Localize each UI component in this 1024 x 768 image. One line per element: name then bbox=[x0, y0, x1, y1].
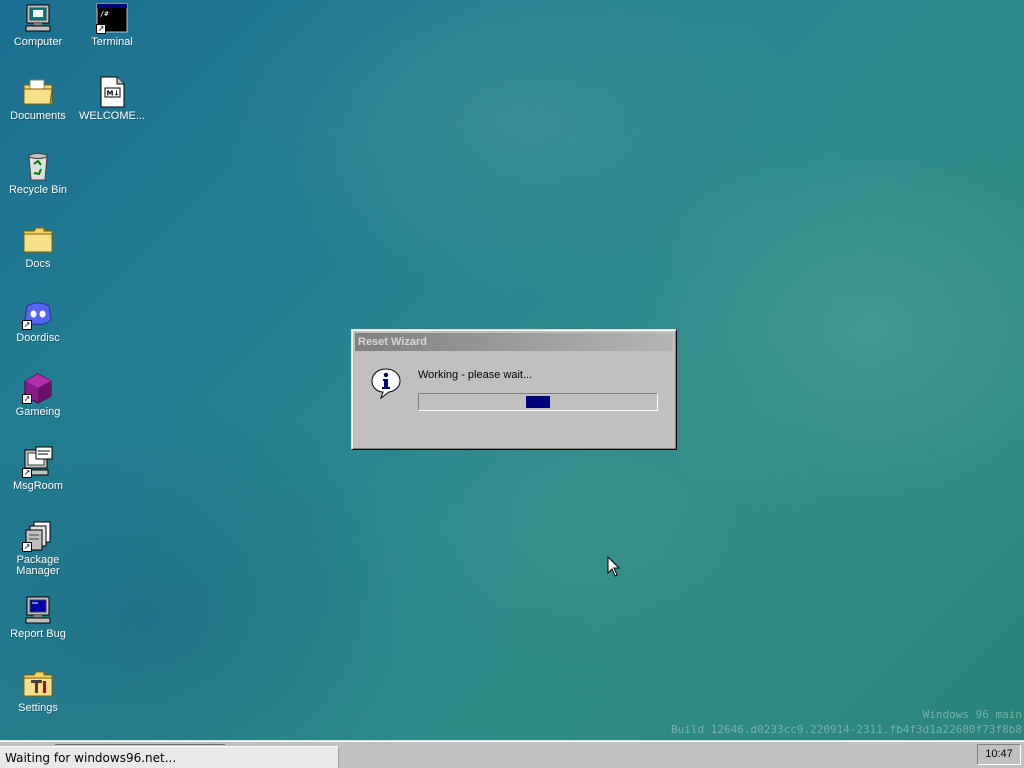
desktop-icon-recycle-bin[interactable]: Recycle Bin bbox=[1, 150, 75, 196]
desktop-icon-doordisc[interactable]: ↗ Doordisc bbox=[1, 298, 75, 344]
status-progress-line bbox=[55, 744, 225, 745]
desktop-icon-docs[interactable]: Docs bbox=[1, 224, 75, 270]
svg-text:/#: /# bbox=[100, 10, 109, 18]
desktop-icon-label: WELCOME... bbox=[78, 110, 145, 122]
desktop-icon-label: Terminal bbox=[91, 36, 133, 48]
desktop-icon-label: Docs bbox=[25, 258, 51, 270]
terminal-icon: /# ↗ bbox=[96, 2, 128, 34]
reset-wizard-dialog: Reset Wizard Working - please wait... bbox=[351, 329, 677, 450]
doordisc-icon: ↗ bbox=[22, 298, 54, 330]
package-manager-icon: ↗ bbox=[22, 520, 54, 552]
progress-block bbox=[526, 396, 550, 408]
desktop-icon-label: Package Manager bbox=[16, 554, 60, 577]
mouse-cursor-icon bbox=[607, 555, 621, 578]
desktop-icon-label: Documents bbox=[10, 110, 66, 122]
desktop-icon-welcome[interactable]: M↓ WELCOME... bbox=[75, 76, 149, 122]
desktop-icon-label: Gameing bbox=[15, 406, 61, 418]
dialog-message: Working - please wait... bbox=[418, 369, 533, 381]
dialog-title-bar[interactable]: Reset Wizard bbox=[355, 333, 673, 351]
info-icon bbox=[370, 367, 402, 400]
shortcut-arrow-icon: ↗ bbox=[22, 468, 32, 478]
desktop-icon-documents[interactable]: Documents bbox=[1, 76, 75, 122]
desktop-icon-label: Settings bbox=[18, 702, 58, 714]
taskbar-clock[interactable]: 10:47 bbox=[977, 744, 1021, 765]
shortcut-arrow-icon: ↗ bbox=[96, 24, 106, 34]
desktop-icon-terminal[interactable]: /# ↗ Terminal bbox=[75, 2, 149, 48]
build-watermark-line-2: Build 12646.d0233cc9.220914-2311.fb4f3d1… bbox=[671, 723, 1022, 736]
documents-folder-icon bbox=[22, 76, 54, 108]
shortcut-arrow-icon: ↗ bbox=[22, 542, 32, 552]
desktop-icon-package-manager[interactable]: ↗ Package Manager bbox=[1, 520, 75, 577]
desktop-icon-label: Doordisc bbox=[16, 332, 60, 344]
desktop-icon-settings[interactable]: Settings bbox=[1, 668, 75, 714]
shortcut-arrow-icon: ↗ bbox=[22, 394, 32, 404]
loading-status-bar: Waiting for windows96.net... bbox=[0, 746, 339, 768]
markdown-file-icon: M↓ bbox=[96, 76, 128, 108]
desktop-icon-msgroom[interactable]: ↗ MsgRoom bbox=[1, 446, 75, 492]
report-bug-icon bbox=[22, 594, 54, 626]
loading-status-text: Waiting for windows96.net... bbox=[5, 751, 177, 765]
marquee-progress-bar bbox=[418, 393, 658, 411]
build-watermark-line-1: Windows 96 main bbox=[922, 708, 1022, 721]
desktop-icon-computer[interactable]: Computer bbox=[1, 2, 75, 48]
computer-icon bbox=[22, 2, 54, 34]
folder-icon bbox=[22, 224, 54, 256]
svg-text:M↓: M↓ bbox=[107, 90, 120, 98]
recycle-bin-icon bbox=[22, 150, 54, 182]
desktop-icon-label: Recycle Bin bbox=[8, 184, 68, 196]
settings-icon bbox=[22, 668, 54, 700]
desktop-icon-label: Computer bbox=[13, 36, 63, 48]
game-cube-icon: ↗ bbox=[22, 372, 54, 404]
taskbar: Waiting for windows96.net... 10:47 bbox=[0, 740, 1024, 768]
desktop-icon-label: Report Bug bbox=[10, 628, 66, 640]
desktop-icon-label: MsgRoom bbox=[12, 480, 64, 492]
shortcut-arrow-icon: ↗ bbox=[22, 320, 32, 330]
desktop-icon-report-bug[interactable]: Report Bug bbox=[1, 594, 75, 640]
msgroom-icon: ↗ bbox=[22, 446, 54, 478]
desktop-icon-gameing[interactable]: ↗ Gameing bbox=[1, 372, 75, 418]
